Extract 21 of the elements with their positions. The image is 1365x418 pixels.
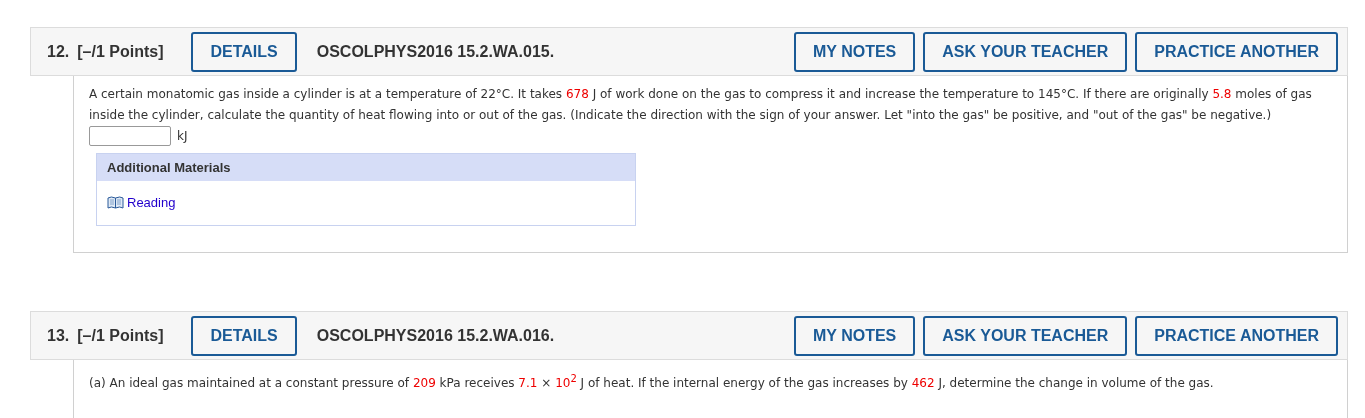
unit-label: kJ [177,129,188,143]
reading-link[interactable]: Reading [127,195,176,210]
materials-header: Additional Materials [97,154,635,181]
points-label: [–/1 Points] [77,42,164,61]
action-button[interactable]: PRACTICE ANOTHER [1135,315,1338,356]
details-button[interactable]: DETAILS [191,31,297,72]
action-button[interactable]: PRACTICE ANOTHER [1135,31,1338,72]
question-number: 13. [47,326,70,345]
question-text: A certain monatomic gas inside a cylinder is at a temperature of 22°C. It takes 678 J of work done on the gas to compress it and increase the temperature to 145°C. If there are originally 5.8 moles of gas inside the cylinder, calculate the quantity of heat flowing into or out of the gas. (Indicate the direction with the sign of your answer. Let "into the gas" be positive, and "out of the gas" be negative.) [89,86,1313,124]
action-button[interactable]: ASK YOUR TEACHER [923,31,1128,72]
answer-field[interactable] [89,126,171,146]
action-button[interactable]: ASK YOUR TEACHER [923,315,1128,356]
action-button[interactable]: MY NOTES [794,315,916,356]
book-icon [107,196,124,209]
question-code: OSCOLPHYS2016 15.2.WA.016. [316,326,555,345]
question-number: 12. [47,42,70,61]
question-text: (a) An ideal gas maintained at a constant pressure of 209 kPa receives 7.1 × 10$^{2}$ J of heat. If the internal energy of the gas increases by 462 J, determine the change in volume of the gas. [89,372,1215,392]
details-button[interactable]: DETAILS [191,315,297,356]
question-code: OSCOLPHYS2016 15.2.WA.015. [316,42,555,61]
points-label: [–/1 Points] [77,326,164,345]
action-button[interactable]: MY NOTES [794,31,916,72]
